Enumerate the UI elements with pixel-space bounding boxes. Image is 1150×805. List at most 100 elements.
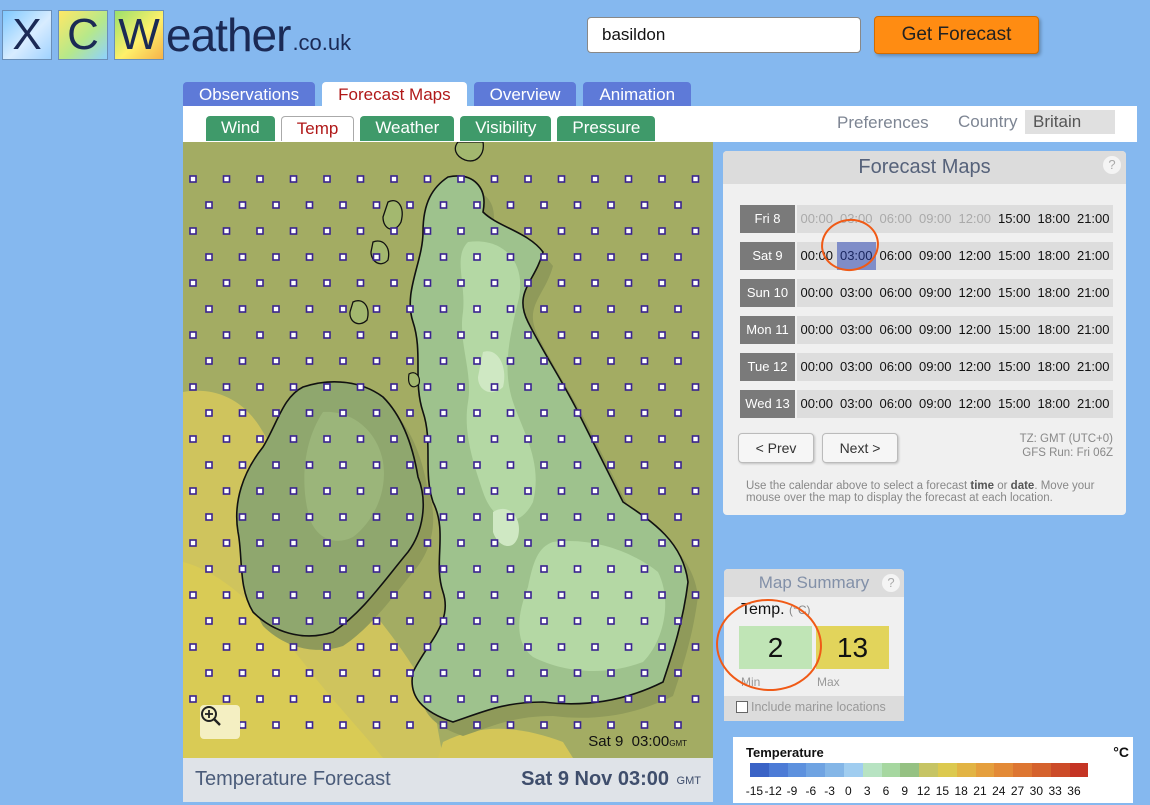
map-location-marker[interactable] (238, 617, 247, 625)
map-location-marker[interactable] (323, 435, 331, 443)
map-location-marker[interactable] (540, 617, 548, 625)
map-location-marker[interactable] (222, 695, 231, 703)
map-location-marker[interactable] (406, 461, 414, 469)
map-location-marker[interactable] (356, 487, 365, 495)
get-forecast-button[interactable]: Get Forecast (874, 16, 1039, 54)
map-location-marker[interactable] (289, 487, 298, 495)
map-location-marker[interactable] (624, 175, 633, 183)
map-location-marker[interactable] (272, 409, 280, 417)
map-location-marker[interactable] (390, 539, 398, 547)
map-location-marker[interactable] (189, 695, 197, 703)
map-location-marker[interactable] (205, 461, 213, 469)
map-location-marker[interactable] (323, 591, 331, 599)
map-location-marker[interactable] (490, 383, 499, 391)
tab-wind[interactable]: Wind (206, 116, 275, 141)
map-location-marker[interactable] (674, 669, 682, 677)
map-location-marker[interactable] (524, 227, 532, 235)
time-slot[interactable]: 21:00 (1074, 316, 1114, 344)
map-location-marker[interactable] (272, 721, 280, 729)
map-location-marker[interactable] (339, 565, 347, 573)
map-location-marker[interactable] (222, 331, 231, 339)
map-location-marker[interactable] (406, 305, 414, 313)
map-location-marker[interactable] (607, 253, 615, 261)
map-location-marker[interactable] (674, 253, 682, 261)
map-location-marker[interactable] (490, 695, 499, 703)
map-location-marker[interactable] (339, 409, 347, 417)
map-location-marker[interactable] (339, 617, 347, 625)
map-location-marker[interactable] (540, 253, 548, 261)
map-location-marker[interactable] (289, 435, 298, 443)
map-location-marker[interactable] (423, 227, 432, 235)
time-slot[interactable]: 15:00 (995, 205, 1035, 233)
map-location-marker[interactable] (607, 305, 615, 313)
map-location-marker[interactable] (691, 695, 700, 703)
map-location-marker[interactable] (557, 435, 566, 443)
map-location-marker[interactable] (289, 591, 298, 599)
time-slot[interactable]: 09:00 (916, 242, 956, 270)
map-location-marker[interactable] (272, 565, 280, 573)
time-slot[interactable]: 06:00 (876, 390, 916, 418)
map-location-marker[interactable] (305, 721, 314, 729)
map-location-marker[interactable] (339, 357, 347, 365)
map-location-marker[interactable] (557, 591, 566, 599)
map-location-marker[interactable] (473, 669, 481, 677)
map-location-marker[interactable] (323, 383, 331, 391)
time-slot[interactable]: 18:00 (1034, 279, 1074, 307)
map-location-marker[interactable] (289, 279, 298, 287)
time-slot[interactable]: 00:00 (797, 279, 837, 307)
time-slot[interactable]: 21:00 (1074, 353, 1114, 381)
map-location-marker[interactable] (222, 539, 231, 547)
map-location-marker[interactable] (674, 409, 682, 417)
map-location-marker[interactable] (390, 279, 398, 287)
map-location-marker[interactable] (256, 279, 264, 287)
tab-observations[interactable]: Observations (183, 82, 316, 107)
map-location-marker[interactable] (506, 461, 515, 469)
map-location-marker[interactable] (557, 695, 566, 703)
map-location-marker[interactable] (339, 461, 347, 469)
map-location-marker[interactable] (390, 435, 398, 443)
map-location-marker[interactable] (356, 695, 365, 703)
map-location-marker[interactable] (524, 591, 532, 599)
map-location-marker[interactable] (524, 279, 532, 287)
map-location-marker[interactable] (222, 591, 231, 599)
time-slot[interactable]: 00:00 (797, 390, 837, 418)
map-location-marker[interactable] (658, 539, 666, 547)
map-location-marker[interactable] (607, 461, 615, 469)
map-location-marker[interactable] (256, 643, 264, 651)
map-location-marker[interactable] (439, 201, 448, 209)
map-location-marker[interactable] (238, 409, 247, 417)
map-location-marker[interactable] (356, 591, 365, 599)
map-location-marker[interactable] (557, 539, 566, 547)
map-location-marker[interactable] (439, 357, 448, 365)
map-location-marker[interactable] (607, 669, 615, 677)
map-location-marker[interactable] (289, 539, 298, 547)
map-location-marker[interactable] (256, 591, 264, 599)
time-slot[interactable]: 09:00 (916, 353, 956, 381)
map-location-marker[interactable] (222, 383, 231, 391)
map-location-marker[interactable] (222, 643, 231, 651)
map-location-marker[interactable] (640, 669, 649, 677)
map-location-marker[interactable] (222, 227, 231, 235)
map-location-marker[interactable] (390, 331, 398, 339)
map-location-marker[interactable] (222, 175, 231, 183)
map-location-marker[interactable] (289, 227, 298, 235)
map-location-marker[interactable] (591, 435, 599, 443)
map-location-marker[interactable] (540, 461, 548, 469)
tab-weather[interactable]: Weather (360, 116, 455, 141)
map-location-marker[interactable] (624, 279, 633, 287)
map-location-marker[interactable] (205, 357, 213, 365)
map-location-marker[interactable] (439, 253, 448, 261)
map-location-marker[interactable] (691, 279, 700, 287)
map-location-marker[interactable] (256, 175, 264, 183)
map-location-marker[interactable] (473, 513, 481, 521)
map-location-marker[interactable] (372, 721, 381, 729)
map-location-marker[interactable] (506, 357, 515, 365)
zoom-button[interactable] (200, 705, 240, 739)
time-slot[interactable]: 18:00 (1034, 205, 1074, 233)
map-location-marker[interactable] (390, 175, 398, 183)
map-location-marker[interactable] (339, 305, 347, 313)
map-location-marker[interactable] (691, 383, 700, 391)
map-location-marker[interactable] (490, 591, 499, 599)
map-location-marker[interactable] (524, 435, 532, 443)
map-location-marker[interactable] (591, 643, 599, 651)
